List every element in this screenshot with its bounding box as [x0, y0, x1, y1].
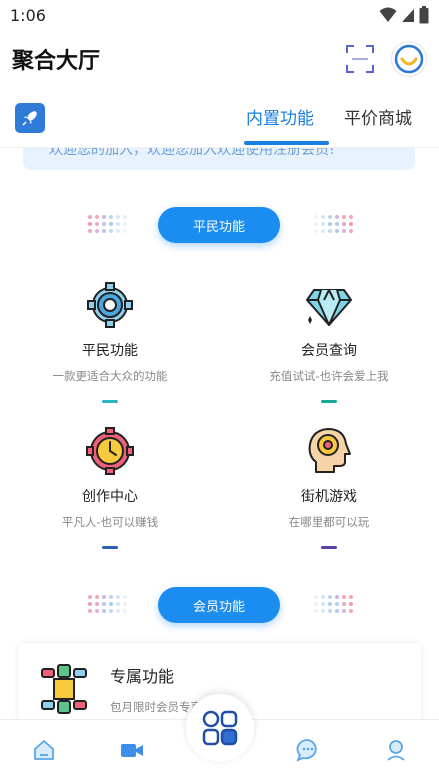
smile-logo-icon — [394, 44, 424, 74]
feature-title: 平民功能 — [82, 343, 138, 359]
feature-title: 街机游戏 — [301, 489, 357, 505]
status-icons — [379, 6, 429, 24]
signal-icon — [402, 9, 414, 22]
clock-gear-icon — [86, 427, 134, 475]
tab-bar: 内置功能 平价商城 — [0, 98, 439, 148]
feature-desc: 一款更适合大众的功能 — [52, 369, 168, 383]
wifi-icon — [379, 7, 397, 22]
vip-card-title: 专属功能 — [110, 667, 175, 686]
status-time: 1:06 — [10, 5, 46, 25]
dots-decoration-left — [88, 595, 127, 613]
rocket-button[interactable] — [15, 103, 45, 133]
gear-icon — [87, 282, 133, 328]
page-title: 聚合大厅 — [12, 49, 101, 74]
section-basic-button[interactable]: 平民功能 — [158, 207, 280, 243]
battery-icon — [419, 6, 429, 24]
tab-builtin-features[interactable]: 内置功能 — [246, 104, 314, 129]
dots-decoration-left — [88, 215, 127, 233]
feature-desc: 平凡人-也可以赚钱 — [61, 515, 159, 529]
section-header-basic: 平民功能 — [0, 207, 439, 247]
feature-title: 创作中心 — [82, 489, 138, 505]
feature-member-query[interactable]: 会员查询 充值试试-也许会爱上我 — [229, 280, 429, 403]
avatar[interactable] — [391, 41, 427, 77]
feature-desc: 充值试试-也许会爱上我 — [269, 369, 389, 383]
app-header: 聚合大厅 — [0, 30, 439, 88]
feature-accent-line — [321, 400, 337, 403]
video-icon[interactable] — [120, 738, 144, 762]
feature-accent-line — [102, 400, 118, 403]
profile-icon[interactable] — [384, 738, 408, 762]
home-icon[interactable] — [32, 738, 56, 762]
section-header-vip: 会员功能 — [0, 587, 439, 627]
section-vip-button[interactable]: 会员功能 — [158, 587, 280, 623]
scan-icon — [346, 45, 374, 73]
hands-teamwork-icon — [41, 664, 87, 714]
rocket-icon — [22, 111, 37, 126]
feature-creator-center[interactable]: 创作中心 平凡人-也可以赚钱 — [10, 426, 210, 549]
notice-banner: 欢迎您的加入，欢迎您加入欢迎使用注册会员! — [23, 148, 415, 170]
vip-card-desc: 包月限时会员专享 — [110, 700, 202, 714]
header-actions — [343, 41, 427, 77]
feature-basic[interactable]: 平民功能 一款更适合大众的功能 — [10, 280, 210, 403]
brain-gear-icon — [308, 428, 351, 473]
tab-shop[interactable]: 平价商城 — [344, 104, 412, 129]
apps-icon — [202, 710, 238, 746]
feature-accent-line — [321, 546, 337, 549]
diamond-icon — [306, 289, 352, 326]
feature-title: 会员查询 — [301, 343, 357, 359]
feature-accent-line — [102, 546, 118, 549]
apps-center-button[interactable] — [186, 694, 254, 762]
status-bar: 1:06 — [0, 0, 439, 30]
chat-icon[interactable] — [296, 738, 320, 762]
active-tab-indicator — [244, 141, 329, 145]
scan-button[interactable] — [343, 42, 377, 76]
dots-decoration-right — [314, 595, 353, 613]
notice-text: 欢迎您的加入，欢迎您加入欢迎使用注册会员! — [49, 148, 335, 158]
dots-decoration-right — [314, 215, 353, 233]
feature-arcade-games[interactable]: 街机游戏 在哪里都可以玩 — [229, 426, 429, 549]
feature-desc: 在哪里都可以玩 — [288, 515, 370, 529]
